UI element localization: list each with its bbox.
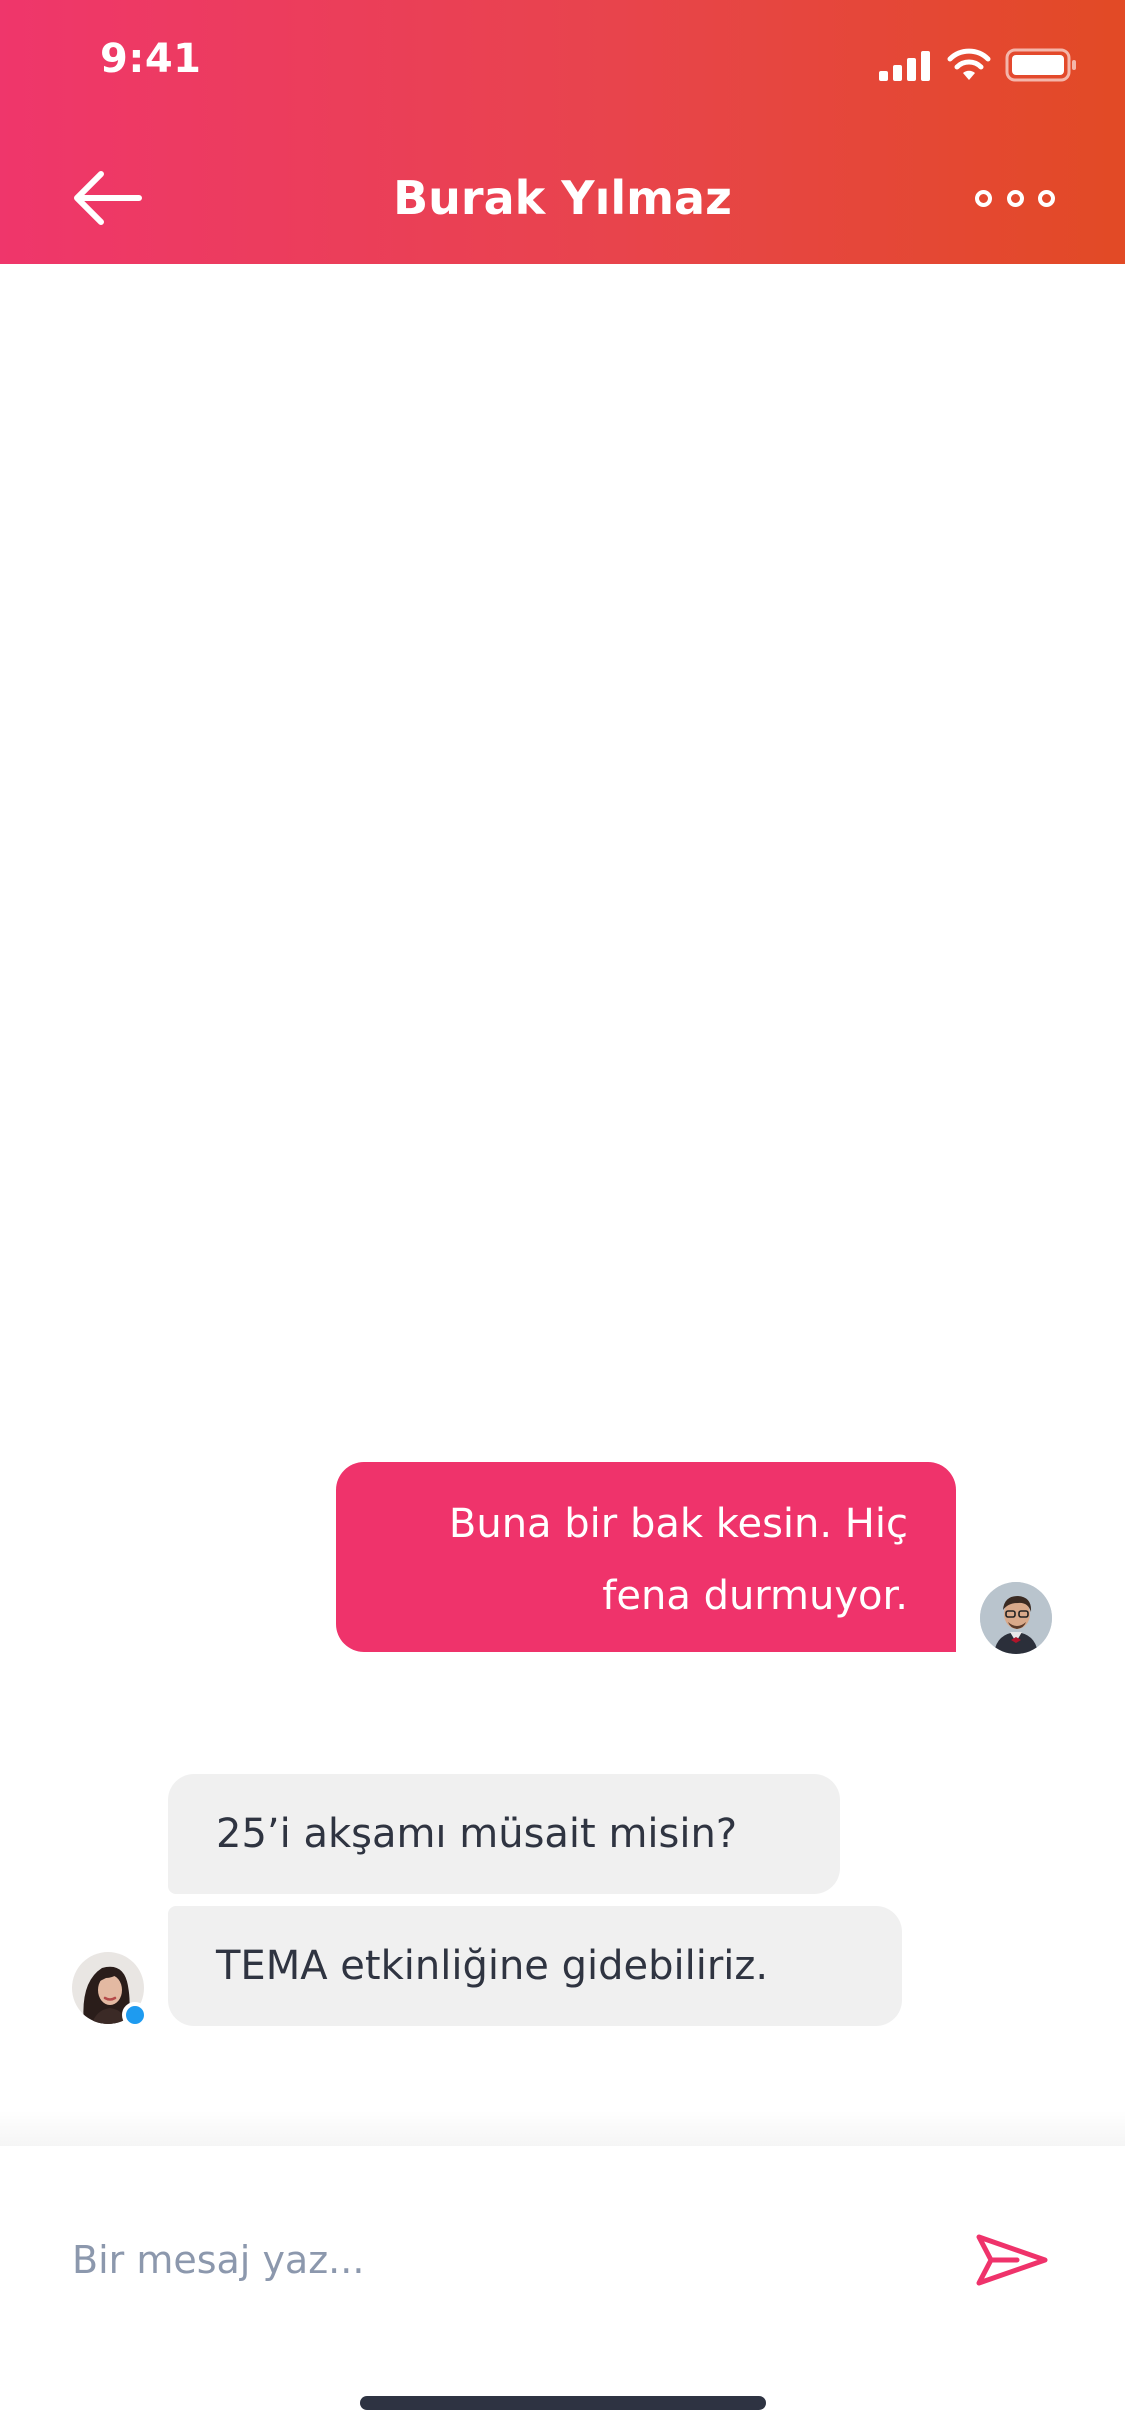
- avatar-contact: [72, 1952, 148, 2028]
- more-horizontal-icon: [1038, 189, 1055, 207]
- more-horizontal-icon: [975, 189, 992, 207]
- more-button[interactable]: [975, 178, 1055, 218]
- cellular-signal-icon: [879, 51, 930, 81]
- header: 9:41 Burak Yılmaz: [0, 0, 1125, 264]
- man-avatar-icon: [980, 1582, 1052, 1654]
- outgoing-message-line: fena durmuyor.: [602, 1573, 908, 1619]
- outgoing-message[interactable]: Buna bir bak kesin. Hiç fena durmuyor.: [336, 1462, 956, 1652]
- chat-screen: 9:41 Burak Yılmaz Buna bir bak kesin. Hi…: [0, 0, 1125, 2436]
- avatar-me: [980, 1582, 1052, 1654]
- incoming-message[interactable]: 25’i akşamı müsait misin?: [168, 1774, 840, 1894]
- status-icons: [879, 48, 1077, 82]
- composer-divider: [0, 2110, 1125, 2146]
- send-button[interactable]: [972, 2228, 1052, 2292]
- online-status-badge: [122, 2002, 148, 2028]
- send-icon: [976, 2234, 1048, 2286]
- message-composer: [0, 2146, 1125, 2436]
- page-title: Burak Yılmaz: [393, 171, 732, 225]
- status-time: 9:41: [100, 36, 202, 82]
- outgoing-message-line: Buna bir bak kesin. Hiç: [448, 1501, 908, 1547]
- wifi-icon: [947, 48, 991, 80]
- more-horizontal-icon: [1006, 189, 1024, 207]
- home-indicator[interactable]: [360, 2396, 766, 2410]
- incoming-message[interactable]: TEMA etkinliğine gidebiliriz.: [168, 1906, 902, 2026]
- battery-icon: [1005, 48, 1076, 82]
- message-input[interactable]: [72, 2210, 932, 2310]
